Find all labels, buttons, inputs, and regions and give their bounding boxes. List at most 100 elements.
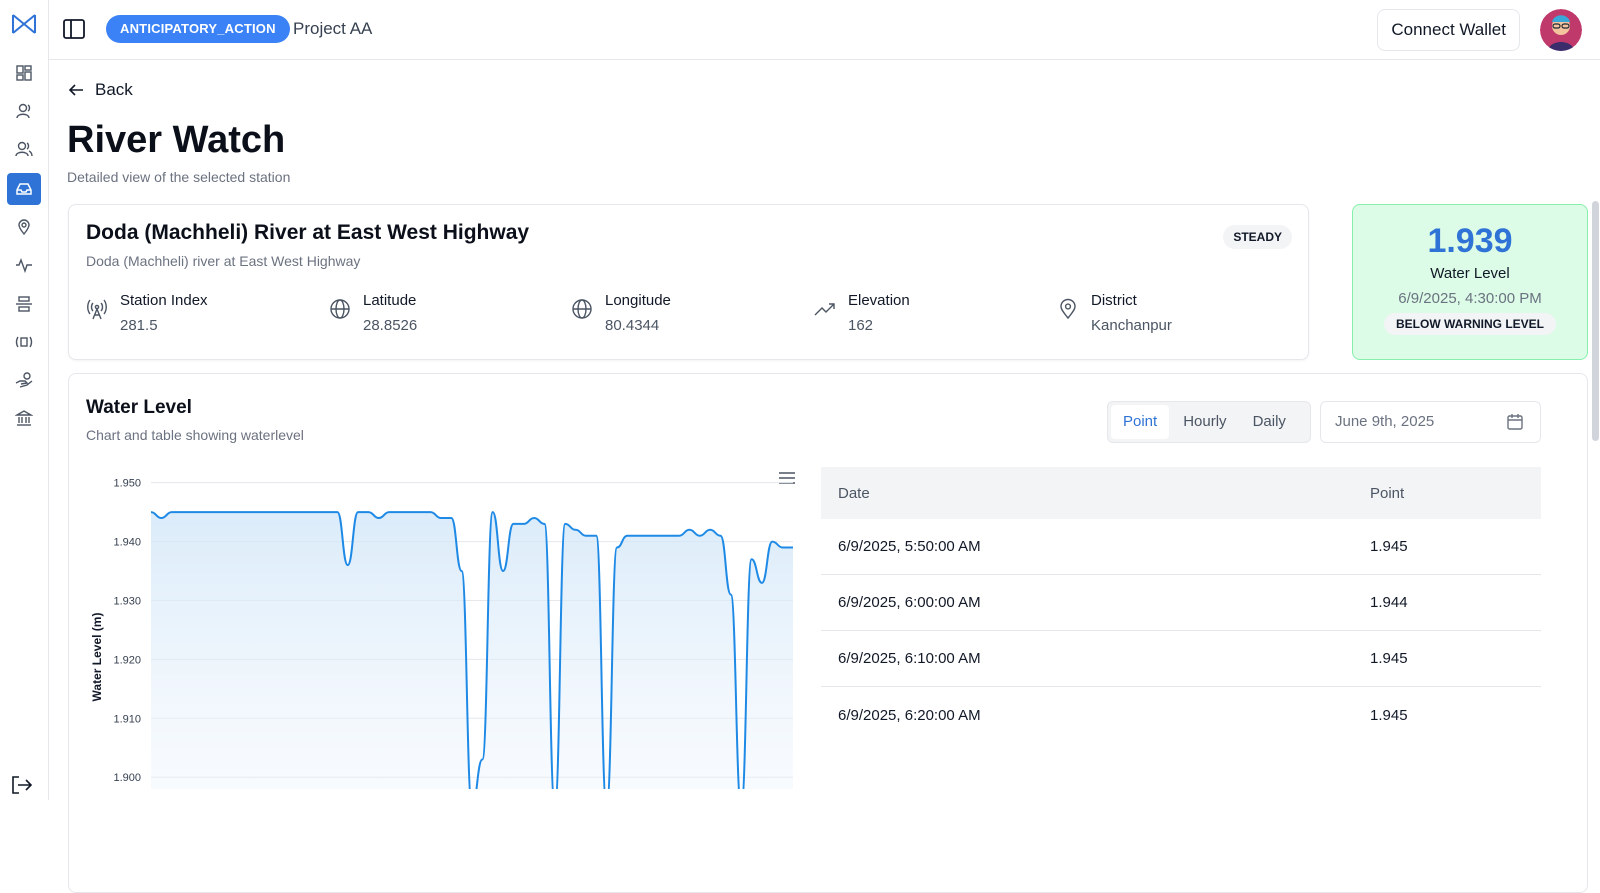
trending-up-icon: [814, 298, 836, 320]
user-icon: [15, 102, 33, 120]
project-name: Project AA: [293, 19, 372, 39]
sidebar-item-locations[interactable]: [7, 211, 41, 243]
connect-wallet-button[interactable]: Connect Wallet: [1377, 9, 1520, 51]
tab-point[interactable]: Point: [1111, 405, 1169, 439]
latitude-field: Latitude 28.8526: [329, 292, 417, 334]
station-index-field: Station Index 281.5: [86, 292, 208, 334]
inbox-icon: [15, 180, 33, 198]
column-header-point[interactable]: Point: [1369, 485, 1404, 502]
field-value: 162: [848, 317, 910, 334]
field-label: District: [1091, 292, 1172, 309]
logout-icon[interactable]: [11, 775, 33, 795]
table-header: Date Point: [821, 467, 1541, 519]
tab-daily[interactable]: Daily: [1241, 405, 1298, 439]
cell-point: 1.945: [1369, 707, 1408, 724]
station-details-card: Doda (Machheli) River at East West Highw…: [68, 204, 1309, 360]
y-tick-label: 1.940: [113, 537, 141, 549]
table-row: 6/9/2025, 6:10:00 AM 1.945: [821, 631, 1541, 687]
station-name: Doda (Machheli) River at East West Highw…: [86, 221, 529, 245]
sidebar-item-groups[interactable]: [7, 133, 41, 165]
globe-icon: [329, 298, 351, 320]
project-type-badge: ANTICIPATORY_ACTION: [106, 15, 290, 43]
field-value: 281.5: [120, 317, 208, 334]
cell-date: 6/9/2025, 5:50:00 AM: [821, 538, 1369, 555]
page-subtitle: Detailed view of the selected station: [67, 169, 290, 185]
column-header-date[interactable]: Date: [821, 485, 1369, 502]
sidebar-toggle-icon[interactable]: [62, 17, 86, 41]
water-level-section: Water Level Chart and table showing wate…: [68, 373, 1588, 893]
map-pin-icon: [15, 218, 33, 236]
status-badge: STEADY: [1223, 225, 1292, 249]
field-label: Longitude: [605, 292, 671, 309]
main-content: Back River Watch Detailed view of the se…: [49, 61, 1600, 800]
cell-date: 6/9/2025, 6:00:00 AM: [821, 594, 1369, 611]
cell-date: 6/9/2025, 6:10:00 AM: [821, 650, 1369, 667]
hand-coins-icon: [15, 371, 33, 389]
arrow-left-icon: [67, 81, 85, 99]
sidebar-item-communications[interactable]: [7, 326, 41, 358]
y-tick-label: 1.920: [113, 654, 141, 666]
y-tick-label: 1.910: [113, 713, 141, 725]
sidebar-item-payouts[interactable]: [7, 364, 41, 396]
field-value: 80.4344: [605, 317, 671, 334]
y-tick-label: 1.930: [113, 595, 141, 607]
section-title: Water Level: [86, 397, 192, 419]
cell-point: 1.945: [1369, 538, 1408, 555]
activity-icon: [15, 256, 33, 274]
top-bar: ANTICIPATORY_ACTION Project AA Connect W…: [49, 0, 1600, 60]
water-level-table: Date Point 6/9/2025, 5:50:00 AM 1.945 6/…: [821, 467, 1541, 743]
sidebar-item-align[interactable]: [7, 288, 41, 320]
district-field: District Kanchanpur: [1057, 292, 1172, 334]
calendar-icon: [1506, 413, 1524, 431]
back-link[interactable]: Back: [67, 80, 133, 100]
water-level-label: Water Level: [1353, 265, 1587, 282]
sidebar-item-dashboard[interactable]: [7, 57, 41, 89]
sidebar: [0, 0, 49, 800]
sidebar-item-river-watch[interactable]: [7, 173, 41, 205]
avatar[interactable]: [1540, 9, 1582, 51]
water-level-card: 1.939 Water Level 6/9/2025, 4:30:00 PM B…: [1352, 204, 1588, 360]
antenna-icon: [86, 298, 108, 320]
series-area: [151, 512, 793, 789]
interval-tabs: Point Hourly Daily: [1107, 401, 1311, 443]
scrollbar[interactable]: [1592, 201, 1599, 441]
water-level-chart: 1.950 1.940 1.930 1.920 1.910 1.900 Water Leve…: [83, 459, 801, 789]
layout-grid-icon: [15, 64, 33, 82]
sidebar-item-treasury[interactable]: [7, 402, 41, 434]
sidebar-item-activity[interactable]: [7, 249, 41, 281]
tab-hourly[interactable]: Hourly: [1171, 405, 1238, 439]
field-label: Elevation: [848, 292, 910, 309]
date-picker[interactable]: June 9th, 2025: [1320, 401, 1541, 443]
field-label: Latitude: [363, 292, 417, 309]
cell-point: 1.944: [1369, 594, 1408, 611]
field-value: 28.8526: [363, 317, 417, 334]
table-row: 6/9/2025, 5:50:00 AM 1.945: [821, 519, 1541, 575]
section-subtitle: Chart and table showing waterlevel: [86, 427, 304, 443]
table-row: 6/9/2025, 6:00:00 AM 1.944: [821, 575, 1541, 631]
field-label: Station Index: [120, 292, 208, 309]
elevation-field: Elevation 162: [814, 292, 910, 334]
app-logo-icon[interactable]: [11, 12, 37, 36]
users-icon: [15, 140, 33, 158]
station-description: Doda (Machheli) river at East West Highw…: [86, 253, 360, 269]
bank-icon: [15, 409, 33, 427]
date-picker-value: June 9th, 2025: [1335, 413, 1434, 430]
back-label: Back: [95, 80, 133, 100]
y-tick-label: 1.950: [113, 478, 141, 490]
table-row: 6/9/2025, 6:20:00 AM 1.945: [821, 687, 1541, 743]
cell-point: 1.945: [1369, 650, 1408, 667]
y-tick-label: 1.900: [113, 772, 141, 784]
radio-icon: [15, 333, 33, 351]
cell-date: 6/9/2025, 6:20:00 AM: [821, 707, 1369, 724]
avatar-image: [1540, 9, 1582, 51]
field-value: Kanchanpur: [1091, 317, 1172, 334]
sidebar-item-beneficiary[interactable]: [7, 95, 41, 127]
map-pin-icon: [1057, 298, 1079, 320]
water-level-timestamp: 6/9/2025, 4:30:00 PM: [1353, 290, 1587, 307]
globe-icon: [571, 298, 593, 320]
page-title: River Watch: [67, 119, 285, 162]
y-axis-label: Water Level (m): [90, 613, 104, 702]
longitude-field: Longitude 80.4344: [571, 292, 671, 334]
align-center-icon: [15, 295, 33, 313]
warning-status-badge: BELOW WARNING LEVEL: [1384, 313, 1556, 335]
